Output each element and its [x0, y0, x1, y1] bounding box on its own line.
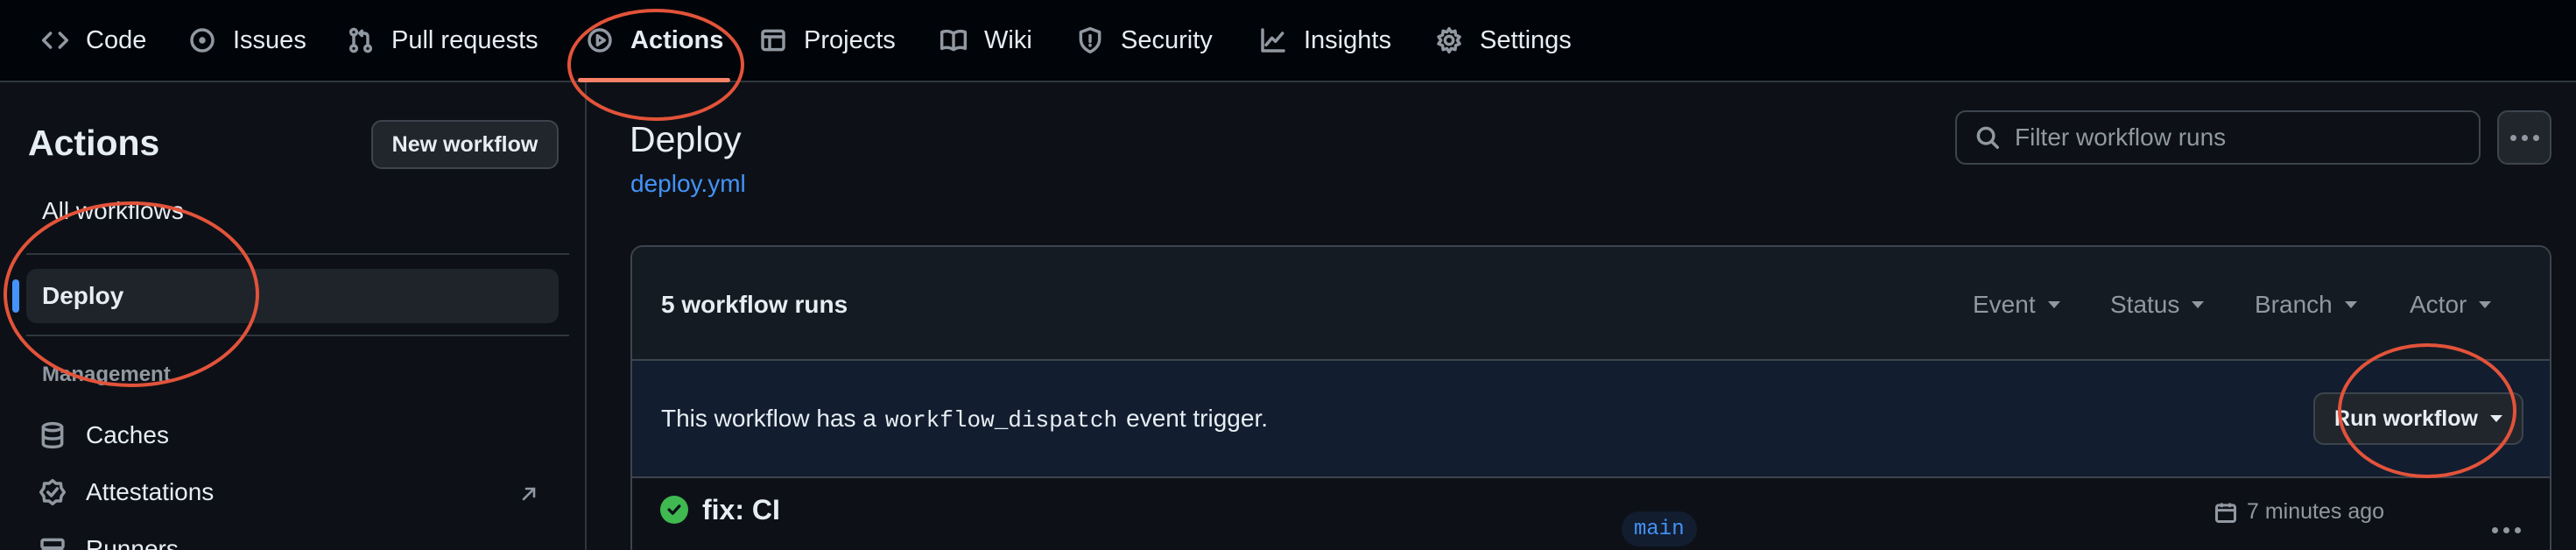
tab-label: Code: [86, 25, 147, 54]
success-check-icon: [660, 496, 688, 524]
filter-input[interactable]: [2015, 123, 2470, 152]
chevron-down-icon: [2192, 301, 2205, 308]
sidebar-item-label: Attestations: [86, 478, 215, 505]
sidebar-item-attestations[interactable]: Attestations: [39, 470, 214, 514]
gear-icon: [1434, 25, 1464, 55]
actor-filter-dropdown[interactable]: Actor: [2410, 291, 2492, 319]
tab-label: Insights: [1304, 25, 1391, 54]
kebab-icon: [2509, 134, 2539, 141]
tab-label: Security: [1121, 25, 1213, 54]
page-title: Deploy: [630, 119, 742, 159]
tab-projects[interactable]: Projects: [758, 0, 896, 81]
tab-wiki[interactable]: Wiki: [939, 0, 1032, 81]
issue-icon: [187, 25, 217, 55]
run-count: 5 workflow runs: [661, 291, 848, 318]
tab-label: Wiki: [984, 25, 1032, 54]
tab-code[interactable]: Code: [40, 0, 146, 81]
dropdown-label: Status: [2110, 291, 2180, 318]
row-kebab-icon[interactable]: [2492, 527, 2521, 533]
tab-pull-requests[interactable]: Pull requests: [346, 0, 538, 81]
dispatch-code: workflow_dispatch: [884, 407, 1118, 434]
runs-header: 5 workflow runs Event Status Branch Acto…: [632, 247, 2550, 361]
dropdown-label: Branch: [2255, 291, 2333, 318]
chevron-down-icon: [2047, 301, 2060, 308]
sidebar-item-label: Runners: [86, 535, 179, 550]
sidebar-item-label: Caches: [86, 421, 169, 448]
dispatch-suffix: event trigger.: [1126, 405, 1268, 432]
sidebar-title: Actions: [28, 123, 160, 163]
tab-security[interactable]: Security: [1075, 0, 1213, 81]
branch-filter-dropdown[interactable]: Branch: [2255, 291, 2357, 319]
divider: [26, 335, 569, 336]
tab-label: Pull requests: [391, 25, 538, 54]
code-icon: [40, 25, 70, 55]
sidebar-item-label: Deploy: [42, 282, 124, 309]
workflow-file-link[interactable]: deploy.yml: [630, 170, 746, 198]
dispatch-banner: This workflow has a workflow_dispatch ev…: [632, 361, 2550, 478]
external-link-icon: [518, 483, 539, 504]
actions-sidebar: Actions New workflow All workflows Deplo…: [0, 82, 587, 550]
sidebar-item-runners[interactable]: Runners: [39, 527, 179, 550]
search-icon: [1976, 126, 1999, 149]
database-icon: [41, 421, 64, 449]
sidebar-item-label: All workflows: [42, 197, 184, 224]
chevron-down-icon: [2479, 301, 2492, 308]
table-icon: [758, 25, 788, 55]
repo-nav: Code Issues Pull requests Actions Projec…: [0, 0, 2576, 82]
sidebar-item-caches[interactable]: Caches: [39, 413, 169, 457]
dropdown-label: Event: [1973, 291, 2036, 318]
workflow-runs-panel: 5 workflow runs Event Status Branch Acto…: [630, 245, 2551, 550]
chevron-down-icon: [2344, 301, 2357, 308]
dropdown-label: Actor: [2410, 291, 2467, 318]
tab-label: Actions: [630, 25, 724, 54]
calendar-icon: [2214, 503, 2237, 523]
divider: [26, 253, 569, 255]
event-filter-dropdown[interactable]: Event: [1973, 291, 2060, 319]
tab-actions[interactable]: Actions: [577, 0, 731, 82]
tab-label: Issues: [233, 25, 306, 54]
sidebar-item-deploy[interactable]: Deploy: [12, 269, 559, 323]
new-workflow-button[interactable]: New workflow: [371, 120, 559, 169]
book-icon: [939, 25, 968, 55]
sidebar-item-all-workflows[interactable]: All workflows: [26, 184, 559, 238]
shield-icon: [1075, 25, 1105, 55]
management-heading: Management: [42, 363, 171, 386]
workflow-run-row[interactable]: fix: CI main 7 minutes ago: [632, 478, 2550, 550]
verified-icon: [39, 478, 67, 506]
dispatch-message: This workflow has a workflow_dispatch ev…: [661, 405, 1268, 434]
tab-label: Settings: [1480, 25, 1572, 54]
server-icon: [40, 538, 65, 550]
tab-label: Projects: [804, 25, 896, 54]
graph-icon: [1258, 25, 1288, 55]
branch-badge[interactable]: main: [1622, 511, 1697, 546]
dispatch-prefix: This workflow has a: [661, 405, 876, 432]
run-title[interactable]: fix: CI: [702, 494, 780, 526]
chevron-down-icon: [2489, 415, 2502, 422]
filter-workflow-runs[interactable]: [1955, 110, 2481, 165]
tab-issues[interactable]: Issues: [187, 0, 306, 81]
tab-settings[interactable]: Settings: [1434, 0, 1572, 81]
run-workflow-button[interactable]: Run workflow: [2313, 392, 2523, 445]
run-time: 7 minutes ago: [2214, 499, 2384, 525]
tab-insights[interactable]: Insights: [1258, 0, 1391, 81]
more-options-button[interactable]: [2497, 110, 2551, 165]
pull-request-icon: [346, 25, 376, 55]
run-time-text: 7 minutes ago: [2247, 499, 2385, 524]
status-filter-dropdown[interactable]: Status: [2110, 291, 2205, 319]
play-icon: [585, 25, 615, 55]
run-workflow-label: Run workflow: [2334, 405, 2478, 431]
